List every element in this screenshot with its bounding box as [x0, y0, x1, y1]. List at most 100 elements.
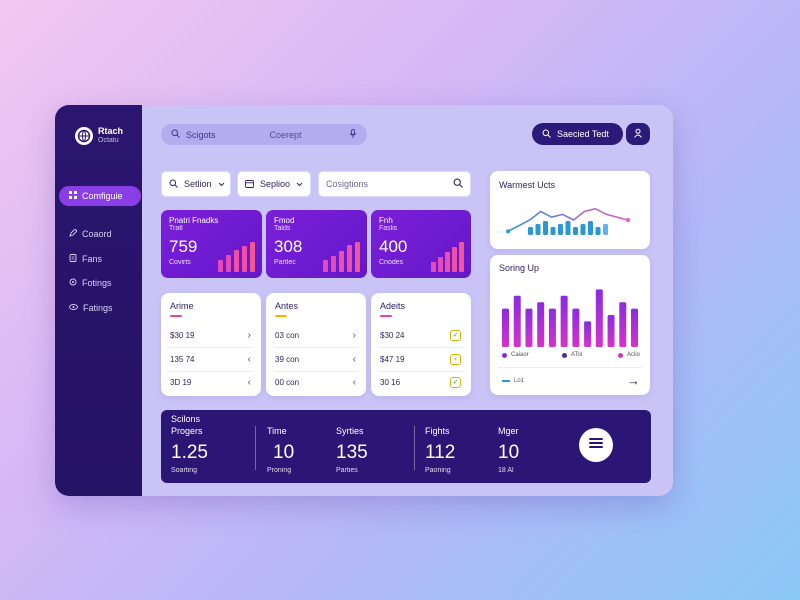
menu-button[interactable] — [579, 428, 613, 462]
sidebar-item-comfiguie[interactable]: Comfiguie — [59, 186, 141, 206]
list-title: Arime — [170, 301, 194, 311]
line-point — [626, 218, 630, 222]
arrow-right-icon[interactable]: → — [627, 373, 640, 388]
chevron-left-icon: ‹ — [352, 376, 356, 388]
search-icon — [171, 129, 180, 140]
main-content: Scigots Coerept Saecied Tedt Setlion Sep… — [142, 105, 673, 496]
list-item-value: $30 24 — [380, 330, 405, 340]
list-item-value: $30 19 — [170, 330, 195, 340]
grid-icon — [69, 191, 77, 201]
legend-swatch — [562, 352, 567, 358]
stat-title: Fnh — [379, 216, 393, 225]
edit-icon[interactable]: ▪ — [450, 353, 461, 365]
sidebar-item-fatings[interactable]: Fatings — [59, 298, 141, 318]
filter-select-2[interactable]: Seplioo — [237, 171, 311, 197]
list-title: Antes — [275, 301, 299, 311]
line-chart-bar — [565, 221, 571, 235]
sidebar-item-fans[interactable]: Fans — [59, 249, 141, 269]
list-item[interactable]: 03 con › — [275, 328, 356, 342]
sidebar-item-coaord[interactable]: Coaord — [59, 224, 141, 244]
list-item[interactable]: 00 con ‹ — [275, 375, 356, 389]
summary-stat-value: 1.25 — [171, 442, 208, 463]
sidebar-item-label: Fotings — [82, 278, 112, 288]
list-item[interactable]: $30 24 ✓ — [380, 328, 461, 342]
chevron-left-icon: ‹ — [352, 353, 356, 365]
chevron-left-icon: ‹ — [247, 376, 251, 388]
bar-chart — [502, 289, 638, 347]
summary-stat-label: Progers — [171, 426, 203, 436]
divider — [169, 371, 253, 372]
microphone-icon[interactable] — [349, 129, 357, 140]
legend-label: Aclio — [627, 352, 641, 358]
footer-swatch — [502, 380, 510, 382]
summary-stat-value: 10 — [273, 442, 295, 463]
filter-select-1[interactable]: Setlion — [161, 171, 231, 197]
divider — [169, 347, 253, 348]
summary-stat-value: 10 — [498, 442, 520, 463]
divider — [379, 347, 463, 348]
globe-icon — [75, 127, 93, 145]
summary-stat-label: Time — [267, 426, 287, 436]
stat-card[interactable]: Pnatri Fnadks Tratl 759 Covirts — [161, 210, 262, 278]
search-icon — [542, 129, 551, 140]
action-label: Saecied Tedt — [557, 129, 609, 139]
chevron-left-icon: ‹ — [247, 353, 251, 365]
brand-sub: Octatu — [98, 137, 119, 144]
legend-item: Caiaor — [502, 352, 529, 358]
title-underline — [380, 315, 392, 317]
pen-icon — [69, 228, 78, 239]
stat-title: Fmod — [274, 216, 295, 225]
mini-bar-chart-icon — [218, 242, 255, 272]
eye-icon — [69, 303, 78, 313]
line-chart-bar — [580, 224, 586, 235]
legend-item: ATol — [562, 352, 582, 358]
list-item[interactable]: $47 19 ▪ — [380, 352, 461, 366]
list-item[interactable]: 3D 19 ‹ — [170, 375, 251, 389]
saved-test-button[interactable]: Saecied Tedt — [532, 123, 623, 145]
divider — [379, 371, 463, 372]
search-icon — [169, 179, 178, 190]
sidebar-item-fotings[interactable]: Fotings — [59, 273, 141, 293]
list-card-arime: Arime $30 19 › 135 74 ‹ 3D 19 ‹ — [161, 293, 261, 396]
divider — [414, 426, 415, 470]
chevron-down-icon — [296, 179, 303, 189]
check-icon[interactable]: ✓ — [450, 376, 461, 388]
summary-panel: Scilons Progers 1.25 Soarting Time 10 Pr… — [161, 410, 651, 483]
line-chart-card: Warmest Ucts — [490, 171, 650, 249]
file-icon — [69, 254, 77, 264]
brand[interactable]: Rtach Octatu — [75, 127, 123, 145]
line-point — [506, 229, 510, 234]
footer-text: Lo1 — [514, 378, 525, 384]
line-chart-bar — [528, 227, 533, 235]
bar — [607, 315, 615, 347]
card-title: Soring Up — [499, 263, 540, 273]
list-item[interactable]: 30 16 ✓ — [380, 375, 461, 389]
list-item-value: 00 con — [275, 377, 300, 387]
stat-subtitle: Tratl — [169, 225, 183, 232]
line-chart-bar — [558, 224, 563, 235]
list-item[interactable]: 135 74 ‹ — [170, 352, 251, 366]
bar — [537, 302, 545, 347]
sidebar: Rtach Octatu Comfiguie Coaord Fans Fotin… — [55, 105, 142, 496]
brand-name: Rtach — [98, 126, 124, 136]
legend-swatch — [502, 352, 507, 358]
list-item-value: 39 con — [275, 354, 300, 364]
legend-label: Caiaor — [511, 352, 529, 358]
list-item[interactable]: 39 con ‹ — [275, 352, 356, 366]
bar — [584, 321, 592, 347]
stat-card[interactable]: Fnh Faslis 400 Cnodes — [371, 210, 471, 278]
check-icon[interactable]: ✓ — [450, 329, 461, 341]
user-button[interactable] — [626, 123, 650, 145]
search-input[interactable]: Scigots Coerept — [161, 124, 367, 145]
bar-chart-card: Soring Up Caiaor ATol Aclio Lo1 → — [490, 255, 650, 395]
list-item[interactable]: $30 19 › — [170, 328, 251, 342]
summary-stat-caption: Parties — [336, 467, 358, 474]
bar — [572, 308, 580, 347]
conditions-search-input[interactable]: Cosigtions — [318, 171, 471, 197]
summary-stat-value: 135 — [336, 442, 368, 463]
bar — [502, 308, 509, 347]
summary-stat-value: 112 — [425, 442, 456, 463]
summary-stat: Progers 1.25 Soarting — [171, 426, 208, 474]
stat-card[interactable]: Fmod Talds 308 Partlec — [266, 210, 367, 278]
divider — [274, 371, 358, 372]
